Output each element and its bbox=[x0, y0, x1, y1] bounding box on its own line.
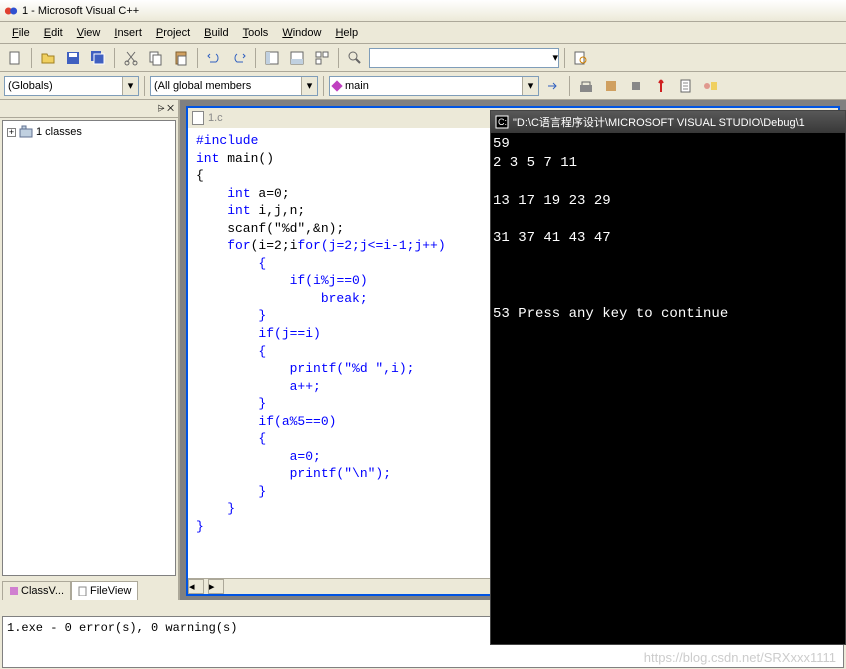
goto-button[interactable] bbox=[542, 75, 564, 97]
editor-filename: 1.c bbox=[208, 112, 223, 124]
menu-view[interactable]: View bbox=[71, 25, 107, 41]
new-button[interactable] bbox=[4, 47, 26, 69]
tree-root[interactable]: + 1 classes bbox=[7, 125, 171, 139]
menu-edit[interactable]: Edit bbox=[38, 25, 69, 41]
menubar: File Edit View Insert Project Build Tool… bbox=[0, 22, 846, 44]
stopbuild-button[interactable] bbox=[625, 75, 647, 97]
workspace-button[interactable] bbox=[261, 47, 283, 69]
console-output: 59 2 3 5 7 11 13 17 19 23 29 31 37 41 43… bbox=[491, 133, 845, 326]
function-combo[interactable]: main▾ bbox=[329, 76, 539, 96]
build-button[interactable] bbox=[600, 75, 622, 97]
menu-project[interactable]: Project bbox=[150, 25, 196, 41]
output-button[interactable] bbox=[286, 47, 308, 69]
paste-button[interactable] bbox=[170, 47, 192, 69]
menu-file[interactable]: File bbox=[6, 25, 36, 41]
saveall-button[interactable] bbox=[87, 47, 109, 69]
members-combo[interactable]: (All global members▾ bbox=[150, 76, 318, 96]
undo-button[interactable] bbox=[203, 47, 225, 69]
toolbar-wizard: (Globals)▾ (All global members▾ main▾ bbox=[0, 72, 846, 100]
breakpoint-button[interactable] bbox=[700, 75, 722, 97]
workspace-tabs: ClassV... FileView bbox=[0, 578, 178, 600]
findinfile-button[interactable] bbox=[570, 47, 592, 69]
class-tree[interactable]: + 1 classes bbox=[2, 120, 176, 576]
copy-button[interactable] bbox=[145, 47, 167, 69]
tab-fileview[interactable]: FileView bbox=[71, 581, 138, 600]
save-button[interactable] bbox=[62, 47, 84, 69]
execute-button[interactable] bbox=[650, 75, 672, 97]
menu-help[interactable]: Help bbox=[329, 25, 364, 41]
console-icon: C: bbox=[495, 115, 509, 129]
find-combo[interactable]: ▾ bbox=[369, 48, 559, 68]
find-button[interactable] bbox=[344, 47, 366, 69]
menu-build[interactable]: Build bbox=[198, 25, 234, 41]
console-title: "D:\C语言程序设计\MICROSOFT VISUAL STUDIO\Debu… bbox=[513, 114, 805, 130]
menu-tools[interactable]: Tools bbox=[237, 25, 275, 41]
watermark: https://blog.csdn.net/SRXxxx1111 bbox=[644, 650, 836, 665]
scroll-right-button[interactable]: ▸ bbox=[208, 579, 224, 594]
menu-insert[interactable]: Insert bbox=[108, 25, 148, 41]
tab-classview[interactable]: ClassV... bbox=[2, 581, 71, 600]
scroll-left-button[interactable]: ◂ bbox=[188, 579, 204, 594]
classes-icon bbox=[19, 125, 33, 139]
expand-icon[interactable]: + bbox=[7, 128, 16, 137]
go-button[interactable] bbox=[675, 75, 697, 97]
window-titlebar: 1 - Microsoft Visual C++ bbox=[0, 0, 846, 22]
console-window: C: "D:\C语言程序设计\MICROSOFT VISUAL STUDIO\D… bbox=[490, 110, 846, 645]
console-titlebar[interactable]: C: "D:\C语言程序设计\MICROSOFT VISUAL STUDIO\D… bbox=[491, 111, 845, 133]
tree-root-label: 1 classes bbox=[36, 126, 82, 138]
toolbar-standard: ▾ bbox=[0, 44, 846, 72]
file-icon bbox=[192, 111, 204, 125]
svg-text:C:: C: bbox=[498, 117, 507, 127]
scope-combo[interactable]: (Globals)▾ bbox=[4, 76, 139, 96]
app-icon bbox=[4, 4, 18, 18]
menu-window[interactable]: Window bbox=[276, 25, 327, 41]
window-title: 1 - Microsoft Visual C++ bbox=[22, 5, 139, 17]
workspace-panel: ⩥ ✕ + 1 classes ClassV... FileView bbox=[0, 100, 180, 600]
redo-button[interactable] bbox=[228, 47, 250, 69]
panel-header: ⩥ ✕ bbox=[0, 100, 178, 118]
cut-button[interactable] bbox=[120, 47, 142, 69]
compile-button[interactable] bbox=[575, 75, 597, 97]
windowlist-button[interactable] bbox=[311, 47, 333, 69]
output-text: 1.exe - 0 error(s), 0 warning(s) bbox=[7, 621, 237, 635]
open-button[interactable] bbox=[37, 47, 59, 69]
